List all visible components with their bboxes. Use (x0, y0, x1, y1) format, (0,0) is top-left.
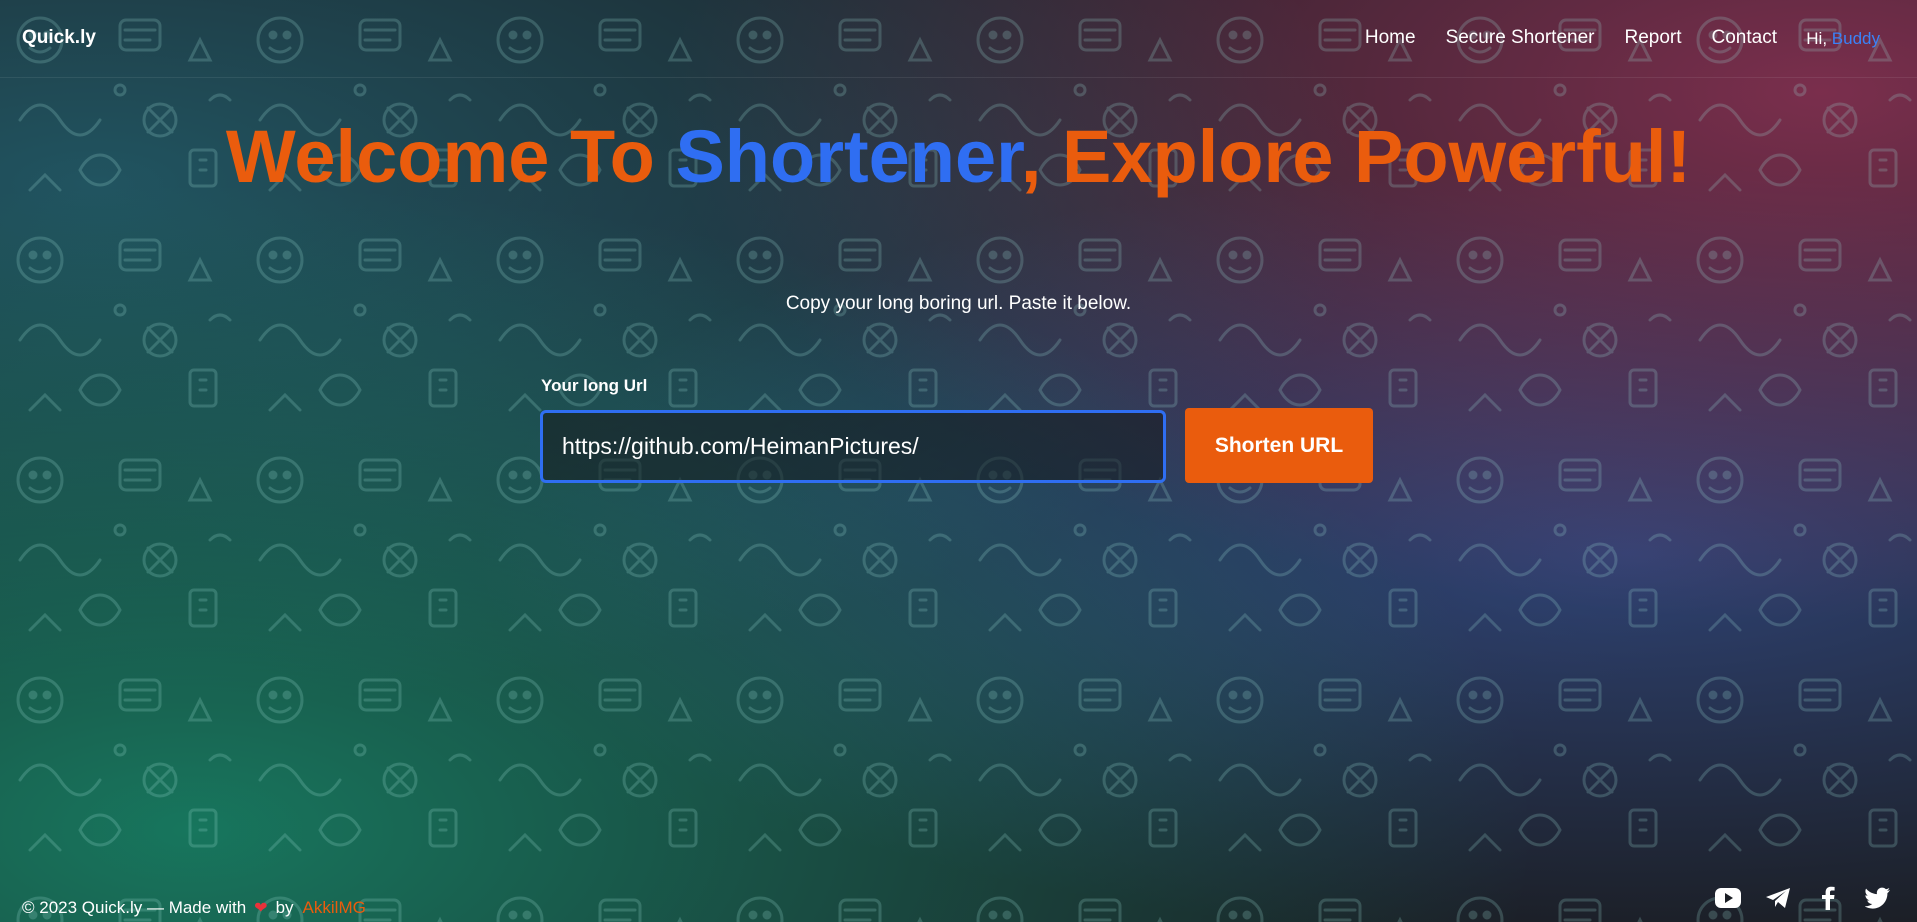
nav-links: Home Secure Shortener Report Contact (1335, 27, 1777, 49)
youtube-icon[interactable] (1714, 886, 1742, 910)
long-url-label: Your long Url (541, 376, 648, 395)
nav-link-report[interactable]: Report (1624, 27, 1681, 49)
footer-author-link[interactable]: AkkilMG (303, 898, 366, 918)
heart-icon: ❤ (254, 900, 268, 917)
greeting-prefix: Hi, (1806, 29, 1828, 48)
hero-title-part1: Welcome To (225, 115, 676, 198)
hero-title-accent: Shortener (675, 115, 1021, 198)
hero-title: Welcome To Shortener, Explore Powerful! (0, 118, 1917, 196)
long-url-input[interactable] (540, 410, 1166, 483)
social-links (1714, 886, 1892, 910)
footer-by: by (275, 898, 294, 917)
user-greeting: Hi, Buddy (1806, 29, 1880, 49)
nav-link-contact[interactable]: Contact (1712, 27, 1777, 49)
hero-subtitle: Copy your long boring url. Paste it belo… (785, 293, 1132, 314)
navbar: Quick.ly Home Secure Shortener Report Co… (0, 0, 1917, 78)
twitter-icon[interactable] (1864, 886, 1892, 910)
nav-link-secure-shortener[interactable]: Secure Shortener (1446, 27, 1595, 49)
hero-title-part2: , Explore Powerful! (1020, 115, 1692, 198)
brand-logo[interactable]: Quick.ly (22, 27, 96, 49)
nav-link-home[interactable]: Home (1365, 27, 1416, 49)
shorten-url-button[interactable]: Shorten URL (1185, 408, 1373, 483)
facebook-icon[interactable] (1814, 886, 1842, 910)
footer: © 2023 Quick.ly — Made with ❤ by AkkilMG (22, 898, 366, 918)
telegram-icon[interactable] (1764, 886, 1792, 910)
user-name[interactable]: Buddy (1832, 29, 1880, 48)
footer-copyright: © 2023 Quick.ly — Made with (22, 898, 247, 917)
